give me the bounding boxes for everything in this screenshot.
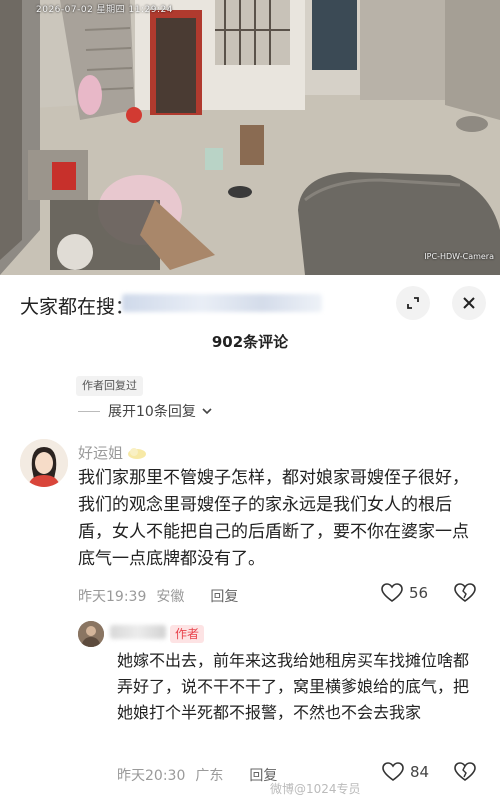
heart-icon — [382, 762, 404, 781]
dislike-button[interactable] — [454, 762, 476, 786]
blurred-search-term[interactable] — [122, 294, 322, 312]
comment-text: 我们家那里不管嫂子怎样，都对娘家哥嫂侄子很好，我们的观念里哥嫂侄子的家永远是我们… — [78, 468, 469, 569]
cctv-video-frame: 2026-07-02 星期四 11:29:24 IPC-HDW-Camera — [0, 0, 500, 275]
courtyard-scene — [0, 0, 500, 275]
watermark: 微博@1024专员 — [270, 782, 361, 796]
cloud-badge-icon — [128, 447, 147, 459]
reply-text: 她嫁不出去，前年来这我给她租房买车找摊位啥都弄好了，说不干不干了，窝里横爹娘给的… — [117, 651, 470, 722]
author-replied-badge: 作者回复过 — [76, 376, 143, 396]
expand-replies-label: 展开10条回复 — [108, 404, 196, 420]
comment-time: 昨天19:39 — [78, 589, 147, 605]
expand-button[interactable] — [396, 286, 430, 320]
search-suggestion-bar: 大家都在搜： — [0, 275, 500, 331]
chevron-down-icon — [202, 408, 212, 415]
blurred-reply-username[interactable] — [110, 625, 166, 639]
reply-location: 广东 — [195, 768, 224, 784]
like-count: 56 — [409, 584, 429, 602]
reply-time: 昨天20:30 — [117, 768, 186, 784]
heart-icon — [381, 583, 403, 602]
reply-button[interactable]: 回复 — [210, 586, 238, 606]
like-button[interactable]: 56 — [381, 583, 428, 603]
dislike-button[interactable] — [454, 583, 476, 607]
comment-meta: 昨天19:39 安徽 回复 — [78, 586, 238, 606]
search-prefix-label: 大家都在搜： — [20, 296, 135, 318]
avatar[interactable] — [20, 439, 68, 487]
reply-avatar-photo — [78, 621, 104, 647]
comment-location: 安徽 — [156, 589, 185, 605]
comments-count-title: 902条评论 — [211, 333, 289, 351]
video-timestamp: 2026-07-02 星期四 11:29:24 — [36, 5, 173, 15]
divider-line — [78, 410, 100, 412]
reply-avatar[interactable] — [78, 621, 104, 647]
close-icon — [463, 297, 475, 309]
username-text: 好运姐 — [78, 444, 124, 462]
avatar-illustration — [20, 439, 68, 487]
broken-heart-icon — [454, 583, 476, 602]
broken-heart-icon — [454, 762, 476, 781]
author-tag: 作者 — [170, 625, 205, 643]
expand-replies-button[interactable]: 展开10条回复 — [78, 401, 214, 421]
comment-username[interactable]: 好运姐 — [78, 442, 148, 463]
like-count: 84 — [410, 763, 430, 781]
camera-label: IPC-HDW-Camera — [424, 252, 494, 261]
like-button[interactable]: 84 — [382, 762, 429, 782]
expand-icon — [407, 297, 419, 309]
comment-sheet: 大家都在搜： 902条评论 作者回复过 展开10条回复 好运姐 我们家那里不管嫂… — [0, 275, 500, 800]
close-button[interactable] — [452, 286, 486, 320]
reply-meta: 昨天20:30 广东 回复 — [117, 765, 277, 785]
